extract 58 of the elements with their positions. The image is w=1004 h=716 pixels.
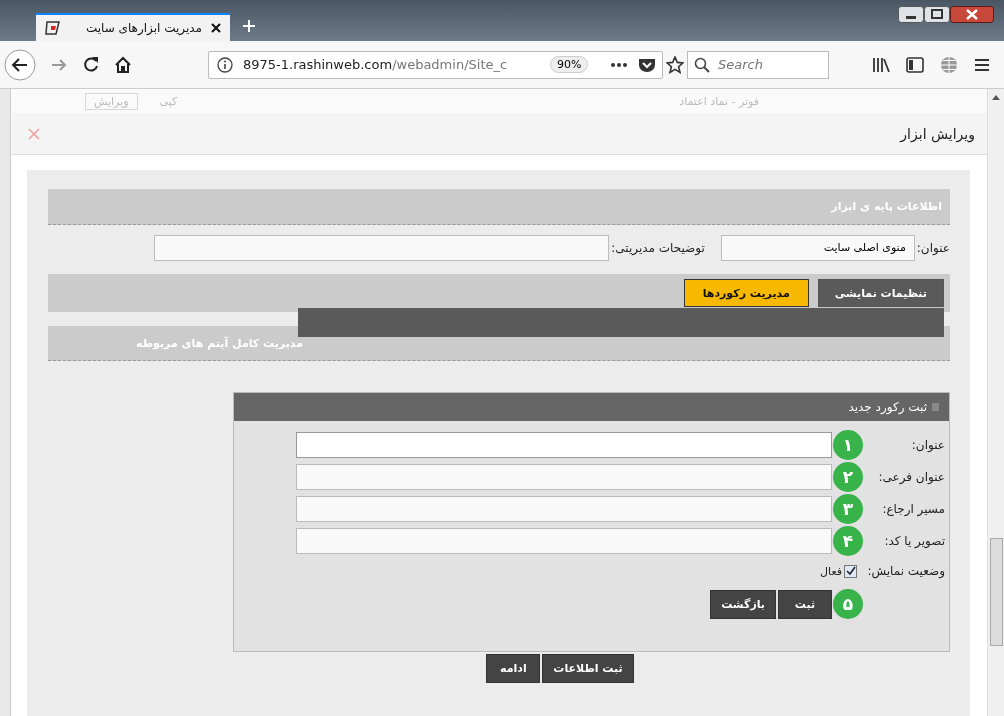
- bookmark-star-icon[interactable]: [666, 55, 685, 74]
- tab[interactable]: مدیریت رکوردها: [683, 279, 809, 307]
- input-field[interactable]: [296, 496, 832, 522]
- search-icon: [694, 56, 710, 73]
- button[interactable]: ادامه: [486, 654, 541, 683]
- button[interactable]: ثبت اطلاعات: [542, 654, 634, 683]
- site-logo-icon: [44, 20, 62, 36]
- close-icon[interactable]: [210, 22, 222, 34]
- tab[interactable]: تنظیمات نمایشی: [817, 279, 944, 307]
- pocket-icon[interactable]: [638, 56, 657, 73]
- field-label: توضیحات مدیریتی:: [611, 240, 705, 255]
- new-tab-icon[interactable]: [242, 19, 256, 33]
- card-title: ثبت رکورد جدید: [848, 400, 927, 414]
- zoom-level[interactable]: 90%: [550, 56, 589, 73]
- checkmark-icon: [845, 566, 856, 576]
- field-label: عنوان:: [910, 438, 946, 452]
- step-number: ۱: [833, 430, 863, 460]
- step-number: ۲: [833, 462, 863, 492]
- input-field[interactable]: [296, 528, 832, 554]
- field-label: وضعیت نمایش:: [866, 564, 946, 578]
- input-field[interactable]: [296, 464, 832, 490]
- back-icon[interactable]: [4, 48, 36, 81]
- field-label: عنوان:: [916, 240, 950, 255]
- menu-icon[interactable]: [974, 57, 990, 72]
- library-icon[interactable]: [872, 56, 890, 73]
- more-icon[interactable]: [610, 61, 629, 68]
- step-number: ۳: [833, 494, 863, 524]
- step-number: ۴: [833, 526, 863, 556]
- info-icon: [217, 56, 233, 73]
- scroll-up-icon: [992, 95, 1000, 100]
- background-text: فوتر - نماد اعتماد: [679, 94, 759, 108]
- grip-icon: [932, 402, 939, 412]
- input-field[interactable]: [296, 432, 832, 458]
- url-text: 8975-1.rashinweb.com/webadmin/Site_c: [243, 57, 509, 72]
- field-label: مسیر ارجاع:: [881, 502, 946, 516]
- search-field[interactable]: Search: [687, 50, 829, 79]
- background-text: کپی: [159, 94, 178, 108]
- home-icon[interactable]: [114, 55, 132, 74]
- browser-tab[interactable]: مدیریت ابزارهای سایت: [36, 13, 230, 41]
- step-number: ۵: [833, 589, 863, 619]
- scroll-thumb[interactable]: [989, 538, 1003, 646]
- button[interactable]: بازگشت: [710, 589, 776, 619]
- input-field[interactable]: [154, 234, 610, 261]
- input-field[interactable]: منوی اصلی سایت: [720, 234, 915, 261]
- field-label: عنوان فرعی:: [877, 470, 946, 484]
- button[interactable]: ثبت: [778, 589, 832, 619]
- modal-title: ویرایش ابزار: [900, 125, 975, 142]
- minimize-icon[interactable]: [898, 6, 924, 23]
- field-label: تصویر یا کد:: [883, 534, 946, 548]
- checkbox-label: فعال: [820, 564, 842, 578]
- forward-icon[interactable]: [50, 56, 68, 73]
- reload-icon[interactable]: [82, 55, 100, 74]
- sidebar-icon[interactable]: [906, 56, 924, 73]
- tab-title: مدیریت ابزارهای سایت: [84, 21, 202, 35]
- globe-icon[interactable]: [940, 55, 958, 74]
- checkbox[interactable]: [844, 564, 857, 578]
- maximize-icon[interactable]: [924, 6, 950, 23]
- close-icon[interactable]: [950, 6, 994, 23]
